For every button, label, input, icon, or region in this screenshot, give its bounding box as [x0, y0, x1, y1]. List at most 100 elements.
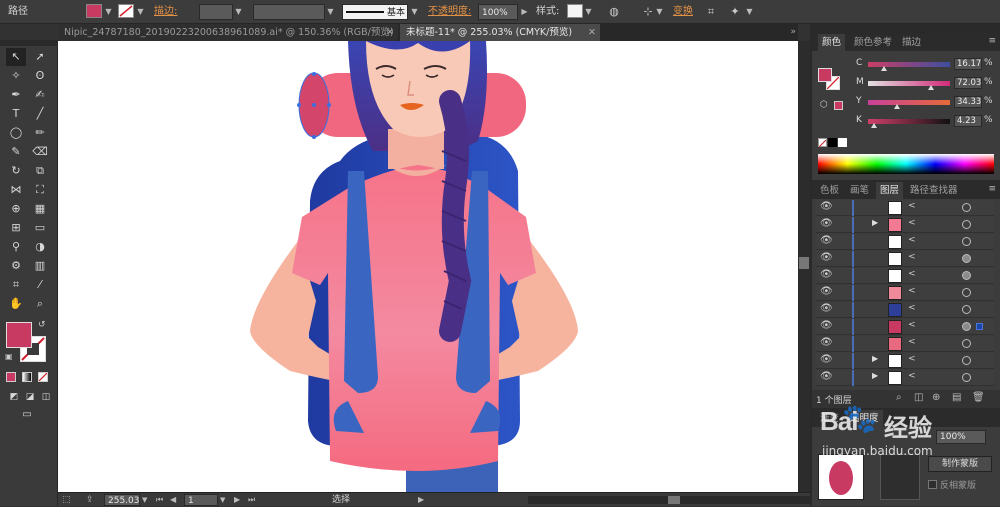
pen-tool-icon[interactable]: ✒ [6, 86, 26, 104]
layer-name[interactable]: < [908, 201, 916, 211]
variable-width-dropdown-icon[interactable]: ▼ [326, 4, 335, 20]
yellow-value-field[interactable]: 34.33 [954, 96, 982, 108]
stroke-label[interactable]: 描边: [154, 4, 177, 20]
expand-triangle-icon[interactable]: ▶ [872, 371, 878, 380]
prev-artboard-icon[interactable]: ◀ [170, 494, 176, 506]
target-circle-icon[interactable] [962, 288, 971, 297]
free-transform-tool-icon[interactable]: ⛶ [30, 181, 50, 199]
target-circle-icon[interactable] [962, 203, 971, 212]
mask-thumbnail[interactable] [880, 454, 920, 500]
brush-style-field[interactable]: 基本 [342, 4, 408, 20]
layer-row[interactable]: 👁 < [816, 251, 994, 267]
direct-selection-tool-icon[interactable]: ➚ [30, 48, 50, 66]
arrange-dropdown-icon[interactable]: ▼ [745, 4, 754, 20]
share-icon[interactable]: ⇪ [86, 494, 94, 506]
eyedropper-tool-icon[interactable]: ⚲ [6, 238, 26, 256]
tabs-overflow-icon[interactable]: » [790, 24, 796, 41]
status-menu-icon[interactable]: ▶ [418, 494, 424, 506]
gradient-tool-icon[interactable]: ▭ [30, 219, 50, 237]
tab-color[interactable]: 颜色 [818, 34, 846, 51]
next-artboard-icon[interactable]: ▶ [234, 494, 240, 506]
target-circle-icon[interactable] [962, 220, 971, 229]
visibility-eye-icon[interactable]: 👁 [820, 337, 833, 348]
tab-layers[interactable]: 图层 [876, 182, 904, 199]
last-artboard-icon[interactable]: ⏭ [248, 494, 255, 506]
stroke-weight-dropdown-icon[interactable]: ▼ [234, 4, 243, 20]
layer-row[interactable]: 👁 ▶ < [816, 353, 994, 369]
magenta-slider-track[interactable] [868, 81, 950, 86]
eraser-tool-icon[interactable]: ⌫ [30, 143, 50, 161]
yellow-slider-thumb[interactable] [894, 104, 900, 109]
panel-menu-icon[interactable]: ≡ [988, 184, 996, 194]
layer-row-selected[interactable]: 👁 < [816, 319, 994, 335]
target-circle-icon[interactable] [962, 339, 971, 348]
artboard-number-field[interactable]: 1 [184, 494, 218, 506]
invert-mask-checkbox[interactable] [928, 480, 937, 489]
cyan-slider-row[interactable]: C 16.17 % [852, 58, 1000, 72]
layer-name[interactable]: < [908, 235, 916, 245]
tab-brushes[interactable]: 画笔 [846, 182, 873, 199]
opacity-dropdown-icon[interactable]: ▶ [520, 4, 529, 20]
fill-swatch-front[interactable] [6, 322, 32, 348]
transparency-opacity-field[interactable]: 100% [936, 430, 986, 444]
black-value-field[interactable]: 4.23 [954, 115, 982, 127]
shape-builder-tool-icon[interactable]: ⊕ [6, 200, 26, 218]
make-clipping-mask-icon[interactable]: ◫ [914, 392, 923, 403]
black-slider-thumb[interactable] [871, 123, 877, 128]
visibility-eye-icon[interactable]: 👁 [820, 235, 833, 246]
panel-menu-icon[interactable]: ≡ [988, 36, 996, 46]
layer-name[interactable]: < [908, 218, 916, 228]
curvature-tool-icon[interactable]: ✍ [30, 86, 50, 104]
black-color-chip[interactable] [828, 138, 837, 147]
zoom-dropdown-icon[interactable]: ▼ [142, 494, 147, 506]
color-spectrum-bar[interactable] [818, 154, 994, 174]
layer-row[interactable]: 👁 < [816, 285, 994, 301]
tab-color-guide[interactable]: 颜色参考 [850, 34, 896, 51]
draw-inside-icon[interactable]: ◫ [36, 388, 56, 406]
align-icon[interactable]: ⊹ [640, 4, 656, 20]
make-mask-button[interactable]: 制作蒙版 [928, 456, 992, 472]
layer-row[interactable]: 👁 ▶ < [816, 370, 994, 386]
visibility-eye-icon[interactable]: 👁 [820, 371, 833, 382]
style-dropdown-icon[interactable]: ▼ [584, 4, 593, 20]
none-mode-icon[interactable] [38, 372, 48, 382]
web-safe-swatch[interactable] [834, 101, 843, 110]
magenta-slider-thumb[interactable] [928, 85, 934, 90]
target-circle-icon[interactable] [962, 373, 971, 382]
target-circle-icon[interactable] [962, 305, 971, 314]
align-dropdown-icon[interactable]: ▼ [655, 4, 664, 20]
visibility-eye-icon[interactable]: 👁 [820, 320, 833, 331]
paintbrush-tool-icon[interactable]: ✏ [30, 124, 50, 142]
cyan-value-field[interactable]: 16.17 [954, 58, 982, 70]
layer-name[interactable]: < [908, 354, 916, 364]
perspective-grid-tool-icon[interactable]: ▦ [30, 200, 50, 218]
target-circle-icon[interactable] [962, 237, 971, 246]
blend-tool-icon[interactable]: ◑ [30, 238, 50, 256]
expand-triangle-icon[interactable]: ▶ [872, 354, 878, 363]
visibility-eye-icon[interactable]: 👁 [820, 201, 833, 212]
artboard-nav-icon[interactable]: ⬚ [62, 494, 71, 506]
tab-transparency[interactable]: 透明度 [846, 410, 883, 427]
selection-tool-icon[interactable]: ↖ [6, 48, 26, 66]
target-circle-icon[interactable] [962, 322, 971, 331]
tab-nipic-document[interactable]: Nipic_24787180_20190223200638961089.ai* … [58, 24, 398, 41]
target-circle-icon[interactable] [962, 271, 971, 280]
close-icon[interactable]: ✕ [588, 24, 596, 41]
black-slider-track[interactable] [868, 119, 950, 124]
layer-row[interactable]: 👁 < [816, 336, 994, 352]
brush-dropdown-icon[interactable]: ▼ [410, 4, 419, 20]
layer-name[interactable]: < [908, 269, 916, 279]
yellow-slider-row[interactable]: Y 34.33 % [852, 96, 1000, 110]
visibility-eye-icon[interactable]: 👁 [820, 354, 833, 365]
target-circle-icon[interactable] [962, 254, 971, 263]
layer-row[interactable]: 👁 < [816, 302, 994, 318]
magic-wand-tool-icon[interactable]: ✧ [6, 67, 26, 85]
artboard-dropdown-icon[interactable]: ▼ [220, 494, 225, 506]
stroke-dropdown-icon[interactable]: ▼ [136, 4, 145, 20]
visibility-eye-icon[interactable]: 👁 [820, 269, 833, 280]
transform-label[interactable]: 变换 [673, 4, 693, 20]
color-fill-swatch-front[interactable] [818, 68, 832, 82]
yellow-slider-track[interactable] [868, 100, 950, 105]
opacity-label[interactable]: 不透明度: [428, 4, 471, 20]
layer-row[interactable]: 👁 ▶ < [816, 217, 994, 233]
